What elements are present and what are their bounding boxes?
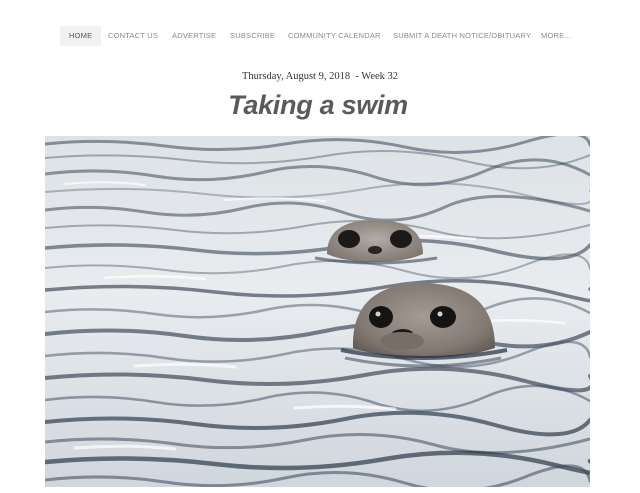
nav-item-subscribe[interactable]: SUBSCRIBE	[230, 26, 275, 46]
nav-item-submit-death-notice[interactable]: SUBMIT A DEATH NOTICE/OBITUARY	[393, 26, 531, 46]
article-photo-seals[interactable]	[45, 136, 590, 487]
nav-item-home[interactable]: HOME	[60, 26, 102, 46]
top-navigation: HOME CONTACT US ADVERTISE SUBSCRIBE COMM…	[0, 26, 640, 46]
nav-item-community-calendar[interactable]: COMMUNITY CALENDAR	[288, 26, 381, 46]
article-date-line: Thursday, August 9, 2018 - Week 32	[241, 71, 399, 82]
article-title: Taking a swim	[228, 90, 408, 120]
nav-item-more[interactable]: MORE...	[541, 26, 571, 46]
nav-item-contact-us[interactable]: CONTACT US	[108, 26, 158, 46]
nav-item-advertise[interactable]: ADVERTISE	[172, 26, 216, 46]
